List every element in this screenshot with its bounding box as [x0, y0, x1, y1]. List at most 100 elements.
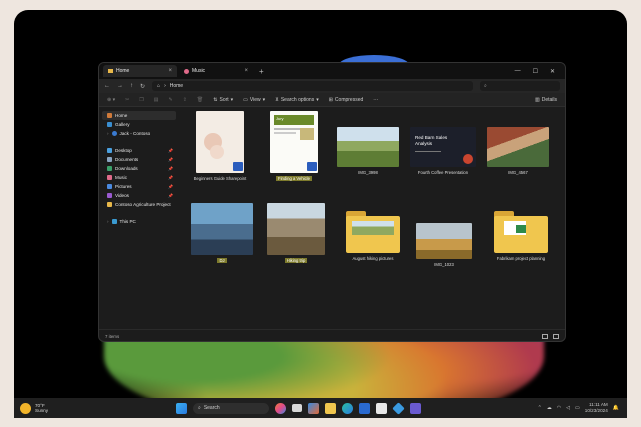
cloud-icon: [111, 131, 117, 136]
file-tile[interactable]: IMG_1023: [411, 223, 477, 267]
sort-button[interactable]: ⇅ Sort ▾: [213, 97, 233, 103]
close-tab-icon[interactable]: ×: [244, 68, 248, 74]
powerpoint-icon: [463, 154, 473, 164]
close-tab-icon[interactable]: ×: [168, 68, 172, 74]
file-tile[interactable]: Fabrikam project planning: [485, 211, 557, 261]
copilot-icon[interactable]: [275, 402, 286, 414]
compress-button[interactable]: ⊞ Compressed: [329, 97, 364, 103]
sidebar-item-label: Gallery: [115, 122, 130, 127]
volume-icon[interactable]: ◁: [566, 405, 570, 411]
cloud-icon[interactable]: ☁: [547, 405, 552, 411]
word-document-thumbnail: Jury: [270, 111, 318, 173]
edge-icon[interactable]: [342, 402, 353, 414]
tab-bar: Home × Music × + — ☐ ✕: [99, 63, 565, 79]
taskbar-search[interactable]: ⌕ Search: [193, 402, 269, 414]
weather-widget[interactable]: 70°F Sunny: [14, 402, 164, 414]
tab-label: Home: [116, 68, 130, 74]
new-button[interactable]: ⊕ ▾: [107, 97, 115, 103]
file-tile[interactable]: IMG_4567: [485, 127, 551, 175]
tab-home[interactable]: Home ×: [103, 65, 177, 77]
search-input[interactable]: ⌕: [480, 81, 560, 91]
details-button[interactable]: ▥ Details: [535, 97, 557, 103]
file-tile[interactable]: Beginners Guide Sharepoint: [187, 111, 253, 181]
downloads-icon: [107, 166, 112, 171]
address-bar[interactable]: ⌂ › Home: [152, 81, 473, 91]
sidebar-item-home[interactable]: Home: [102, 111, 176, 120]
file-tile[interactable]: August hiking pictures: [337, 211, 409, 261]
sidebar-item-this-pc[interactable]: › This PC: [102, 217, 176, 226]
teams-icon[interactable]: [410, 402, 421, 414]
sidebar-item-downloads[interactable]: Downloads 📌: [102, 164, 176, 173]
search-icon: ⌕: [484, 83, 487, 89]
image-thumbnail: [267, 203, 325, 255]
sidebar-item-music[interactable]: Music 📌: [102, 173, 176, 182]
sidebar-item-videos[interactable]: Videos 📌: [102, 191, 176, 200]
share-icon[interactable]: ⇪: [183, 97, 187, 103]
file-tile[interactable]: IMG_3998: [335, 127, 401, 175]
file-tile[interactable]: DJ: [189, 203, 255, 263]
outlook-icon[interactable]: [359, 402, 370, 414]
back-icon[interactable]: ←: [104, 83, 110, 89]
gallery-icon: [107, 122, 112, 127]
paste-icon[interactable]: ▤: [154, 97, 159, 103]
sidebar-item-label: Contoso Agriculture Project: [115, 202, 171, 207]
close-window-icon[interactable]: ✕: [550, 68, 555, 75]
presentation-title: Red Barn Sales Analysis: [415, 135, 448, 146]
maximize-icon[interactable]: ☐: [533, 68, 538, 75]
view-button[interactable]: ▭ View ▾: [243, 97, 265, 103]
wifi-icon[interactable]: ◠: [557, 405, 561, 411]
sidebar-item-label: Jack - Contoso: [119, 131, 151, 136]
delete-icon[interactable]: 🗑: [197, 97, 203, 103]
chevron-up-icon[interactable]: ⌃: [538, 405, 542, 411]
cut-icon[interactable]: ✂: [125, 97, 129, 103]
copy-icon[interactable]: ❐: [139, 97, 143, 103]
forward-icon[interactable]: →: [117, 83, 123, 89]
rename-icon[interactable]: ✎: [169, 97, 173, 103]
document-title: Jury: [276, 116, 284, 121]
sidebar-item-gallery[interactable]: Gallery: [102, 120, 176, 129]
status-bar: 7 items: [99, 329, 565, 341]
more-options-button[interactable]: ···: [373, 97, 378, 103]
refresh-icon[interactable]: ↻: [140, 83, 145, 90]
documents-icon: [107, 157, 112, 162]
store-icon[interactable]: [376, 402, 387, 414]
up-icon[interactable]: ↑: [130, 83, 133, 89]
widgets-icon[interactable]: [308, 402, 319, 414]
home-icon: ⌂: [157, 83, 161, 89]
sort-label: Sort: [219, 96, 229, 103]
tiles-view-icon[interactable]: [553, 334, 559, 339]
new-tab-button[interactable]: +: [255, 67, 268, 76]
filter-button[interactable]: ⊻ Search options ▾: [275, 97, 319, 103]
tab-music[interactable]: Music ×: [179, 65, 253, 77]
weather-condition: Sunny: [35, 408, 49, 413]
sidebar-item-contoso-project[interactable]: Contoso Agriculture Project: [102, 200, 176, 209]
pin-icon: 📌: [168, 166, 173, 171]
image-thumbnail: [191, 203, 253, 255]
details-view-icon[interactable]: [542, 334, 548, 339]
notification-bell-icon[interactable]: 🔔: [613, 405, 619, 411]
pc-icon: [111, 219, 117, 224]
file-tile[interactable]: Jury Finding a Vehicle: [261, 111, 327, 181]
file-tile[interactable]: Hiking trip: [263, 203, 329, 263]
task-view-icon[interactable]: [292, 404, 302, 412]
word-icon: [233, 162, 243, 171]
sidebar-item-documents[interactable]: Documents 📌: [102, 155, 176, 164]
sidebar-item-desktop[interactable]: Desktop 📌: [102, 146, 176, 155]
pin-icon: 📌: [168, 184, 173, 189]
sidebar-item-label: This PC: [119, 219, 136, 224]
start-icon[interactable]: [176, 402, 187, 414]
clock[interactable]: 11:11 AM 10/23/2024: [585, 402, 608, 413]
file-name: DJ: [217, 258, 227, 263]
battery-icon[interactable]: ▭: [575, 405, 580, 411]
pin-icon: 📌: [168, 157, 173, 162]
file-tile[interactable]: Red Barn Sales Analysis Fourth Coffee Pr…: [407, 127, 479, 175]
sun-icon: [20, 402, 31, 414]
app-icon[interactable]: [392, 401, 405, 415]
sidebar-item-pictures[interactable]: Pictures 📌: [102, 182, 176, 191]
file-explorer-icon[interactable]: [325, 402, 336, 414]
powerpoint-thumbnail: Red Barn Sales Analysis: [410, 127, 476, 167]
sidebar-item-onedrive[interactable]: › Jack - Contoso: [102, 129, 176, 138]
minimize-icon[interactable]: —: [515, 68, 521, 75]
file-name: IMG_1023: [434, 262, 454, 267]
file-name: Fabrikam project planning: [496, 256, 546, 261]
